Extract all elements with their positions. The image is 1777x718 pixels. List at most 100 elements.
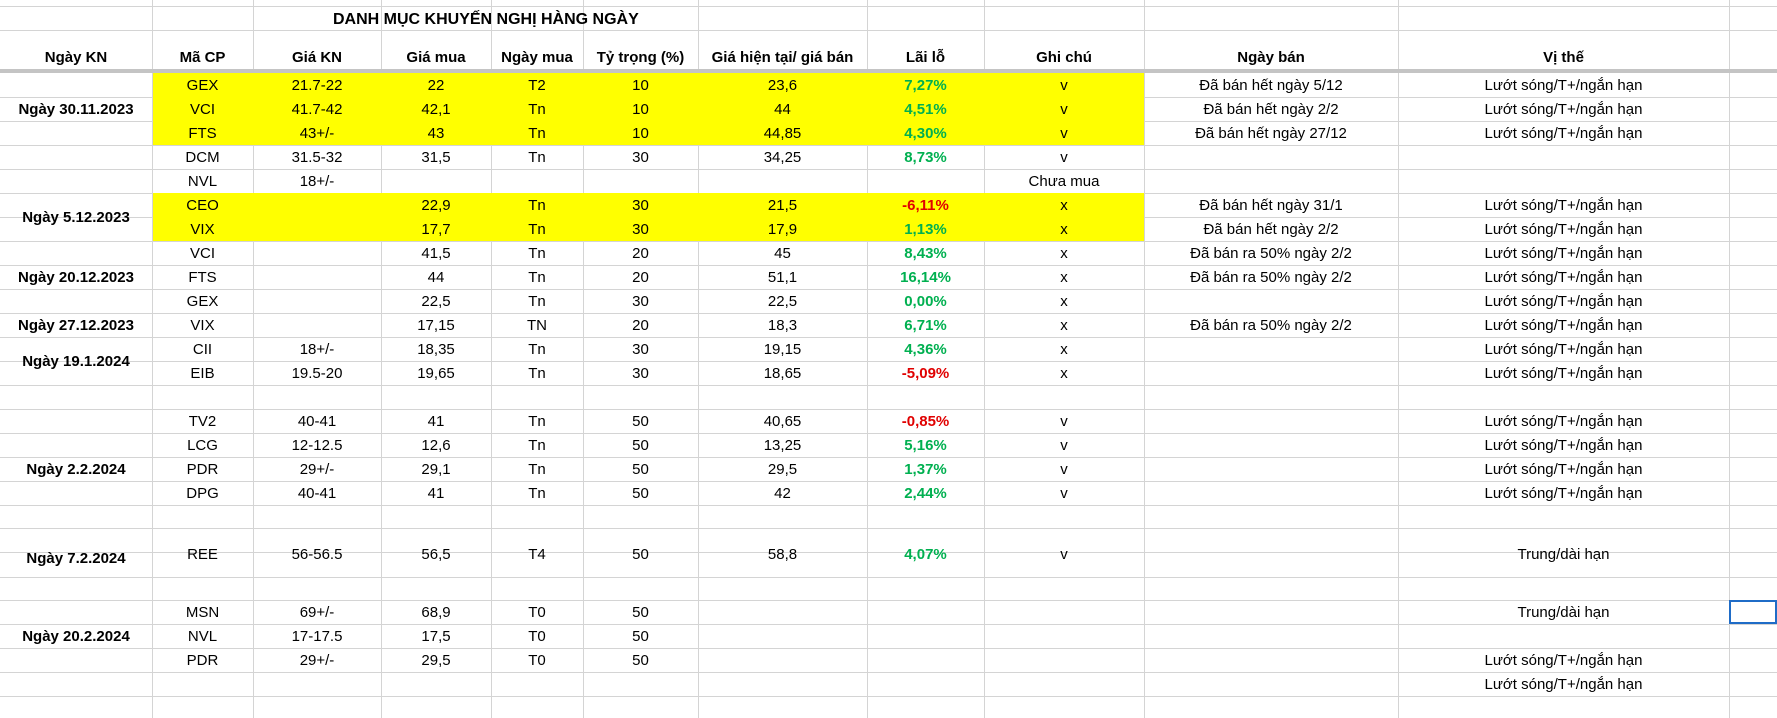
column-header[interactable]: Ngày bán [1144,46,1398,68]
cell-gia-mua[interactable]: 17,15 [381,313,491,337]
cell-ma[interactable]: PDR [152,648,253,672]
cell-ma[interactable]: NVL [152,624,253,648]
cell-ngay-ban[interactable] [1144,169,1398,193]
cell-ma[interactable]: GEX [152,73,253,97]
date-group-label[interactable]: Ngày 30.11.2023 [0,73,152,145]
cell-gia-ht[interactable]: 44 [698,97,867,121]
cell-gia-kn[interactable]: 31.5-32 [253,145,381,169]
cell-ngay-ban[interactable]: Đã bán ra 50% ngày 2/2 [1144,241,1398,265]
column-header[interactable]: Ngày KN [0,46,152,68]
column-header[interactable]: Ghi chú [984,46,1144,68]
cell-ty-trong[interactable]: 10 [583,97,698,121]
cell-ma[interactable]: VIX [152,217,253,241]
selected-cell[interactable] [1729,600,1777,624]
date-group-label[interactable]: Ngày 5.12.2023 [0,193,152,241]
cell-gia-mua[interactable]: 56,5 [381,542,491,566]
cell-ghi-chu[interactable]: v [984,457,1144,481]
column-header[interactable]: Giá KN [253,46,381,68]
cell-ghi-chu[interactable]: x [984,193,1144,217]
cell-ty-trong[interactable]: 20 [583,265,698,289]
cell-ghi-chu[interactable]: v [984,481,1144,505]
cell-ma[interactable]: VIX [152,313,253,337]
cell-ma[interactable]: TV2 [152,409,253,433]
cell-gia-kn[interactable] [253,217,381,241]
cell-gia-kn[interactable]: 29+/- [253,457,381,481]
cell-gia-kn[interactable]: 18+/- [253,169,381,193]
cell-ghi-chu[interactable] [984,648,1144,672]
cell-ty-trong[interactable]: 50 [583,433,698,457]
date-group-label[interactable]: Ngày 20.2.2024 [0,600,152,672]
cell-vi-the[interactable] [1398,169,1729,193]
date-group-label[interactable]: Ngày 7.2.2024 [0,528,152,588]
cell-lai-lo[interactable]: 1,37% [867,457,984,481]
cell-ghi-chu[interactable]: x [984,361,1144,385]
cell-ty-trong[interactable]: 30 [583,145,698,169]
cell-ghi-chu[interactable]: x [984,265,1144,289]
cell-gia-mua[interactable]: 41,5 [381,241,491,265]
cell-ghi-chu[interactable]: v [984,409,1144,433]
cell-ma[interactable]: EIB [152,361,253,385]
spreadsheet[interactable]: DANH MỤC KHUYẾN NGHỊ HÀNG NGÀY Ngày KN Mã… [0,0,1777,718]
column-header[interactable]: Ngày mua [491,46,583,68]
cell-lai-lo[interactable]: 5,16% [867,433,984,457]
cell-vi-the[interactable]: Lướt sóng/T+/ngắn hạn [1398,265,1729,289]
cell-ty-trong[interactable]: 50 [583,542,698,566]
cell-ghi-chu[interactable]: v [984,97,1144,121]
cell-gia-kn[interactable]: 12-12.5 [253,433,381,457]
cell-gia-ht[interactable]: 44,85 [698,121,867,145]
cell-ngay-mua[interactable] [491,169,583,193]
cell-gia-kn[interactable] [253,241,381,265]
cell-ghi-chu[interactable]: Chưa mua [984,169,1144,193]
cell-ghi-chu[interactable] [984,600,1144,624]
cell-gia-mua[interactable]: 42,1 [381,97,491,121]
cell-ty-trong[interactable]: 30 [583,289,698,313]
cell-gia-mua[interactable]: 12,6 [381,433,491,457]
cell-ngay-mua[interactable]: Tn [491,481,583,505]
cell-ma[interactable]: CEO [152,193,253,217]
cell-lai-lo[interactable]: -5,09% [867,361,984,385]
cell-vi-the[interactable]: Lướt sóng/T+/ngắn hạn [1398,672,1729,696]
cell-gia-ht[interactable]: 58,8 [698,542,867,566]
cell-gia-mua[interactable]: 18,35 [381,337,491,361]
cell-gia-ht[interactable]: 13,25 [698,433,867,457]
cell-vi-the[interactable]: Lướt sóng/T+/ngắn hạn [1398,121,1729,145]
cell-vi-the[interactable]: Lướt sóng/T+/ngắn hạn [1398,648,1729,672]
cell-ma[interactable]: FTS [152,265,253,289]
cell-gia-kn[interactable]: 69+/- [253,600,381,624]
cell-ngay-ban[interactable]: Đã bán ra 50% ngày 2/2 [1144,265,1398,289]
cell-ma[interactable]: VCI [152,97,253,121]
cell-lai-lo[interactable]: 8,73% [867,145,984,169]
cell-gia-kn[interactable]: 43+/- [253,121,381,145]
date-group-label[interactable]: Ngày 19.1.2024 [0,337,152,385]
cell-gia-kn[interactable]: 19.5-20 [253,361,381,385]
column-header[interactable]: Mã CP [152,46,253,68]
cell-lai-lo[interactable]: 4,07% [867,542,984,566]
cell-lai-lo[interactable]: -0,85% [867,409,984,433]
cell-ngay-ban[interactable] [1144,648,1398,672]
cell-ngay-ban[interactable] [1144,409,1398,433]
cell-vi-the[interactable]: Lướt sóng/T+/ngắn hạn [1398,457,1729,481]
cell-lai-lo[interactable]: 0,00% [867,289,984,313]
column-header[interactable]: Giá mua [381,46,491,68]
cell-gia-kn[interactable] [253,313,381,337]
cell-gia-ht[interactable]: 23,6 [698,73,867,97]
cell-ngay-ban[interactable] [1144,145,1398,169]
cell-ty-trong[interactable]: 50 [583,481,698,505]
cell-gia-mua[interactable]: 29,5 [381,648,491,672]
cell-ngay-mua[interactable]: Tn [491,97,583,121]
cell-vi-the[interactable]: Lướt sóng/T+/ngắn hạn [1398,73,1729,97]
cell-ty-trong[interactable]: 20 [583,241,698,265]
cell-vi-the[interactable]: Lướt sóng/T+/ngắn hạn [1398,289,1729,313]
cell-ngay-mua[interactable]: Tn [491,265,583,289]
cell-gia-ht[interactable]: 21,5 [698,193,867,217]
cell-gia-ht[interactable]: 29,5 [698,457,867,481]
cell-gia-ht[interactable]: 19,15 [698,337,867,361]
cell-ngay-ban[interactable] [1144,337,1398,361]
cell-gia-ht[interactable] [698,624,867,648]
cell-ty-trong[interactable]: 50 [583,409,698,433]
cell-gia-mua[interactable]: 22,5 [381,289,491,313]
cell-ngay-ban[interactable]: Đã bán hết ngày 27/12 [1144,121,1398,145]
cell-ma[interactable]: DPG [152,481,253,505]
cell-ty-trong[interactable]: 50 [583,457,698,481]
cell-gia-mua[interactable]: 17,5 [381,624,491,648]
